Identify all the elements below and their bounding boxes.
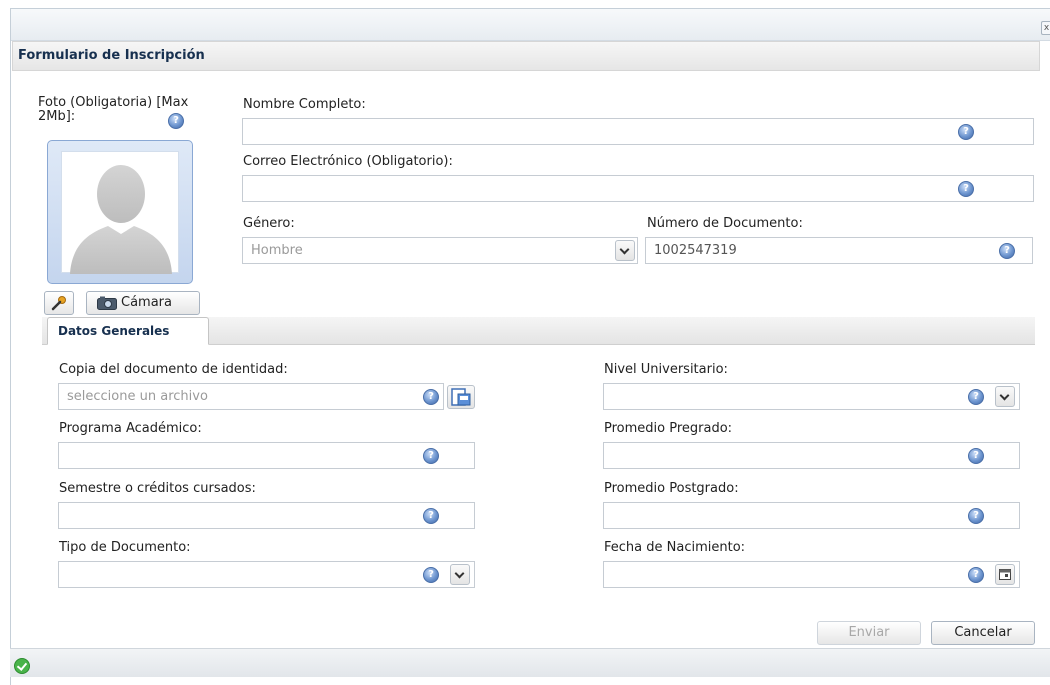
document-type-dropdown-trigger[interactable]: [450, 564, 470, 585]
id-copy-label: Copia del documento de identidad:: [59, 362, 288, 377]
gender-select[interactable]: Hombre: [242, 237, 638, 264]
check-circle-icon: [14, 658, 30, 674]
email-help-icon[interactable]: [958, 181, 974, 197]
university-level-label: Nivel Universitario:: [604, 362, 728, 377]
chevron-down-icon: [454, 568, 465, 579]
undergrad-average-label: Promedio Pregrado:: [604, 421, 733, 436]
postgrad-average-help-icon[interactable]: [968, 508, 984, 524]
tab-bar: Datos Generales: [42, 317, 1035, 345]
photo-help-icon[interactable]: [168, 113, 184, 129]
document-number-field[interactable]: 1002547319: [645, 237, 1033, 264]
full-name-help-icon[interactable]: [958, 124, 974, 140]
camera-button[interactable]: Cámara: [86, 291, 200, 315]
cancel-button-label: Cancelar: [954, 625, 1012, 640]
semester-help-icon[interactable]: [423, 508, 439, 524]
key-button[interactable]: [44, 291, 74, 315]
tab-datos-generales[interactable]: Datos Generales: [47, 317, 209, 345]
semester-label: Semestre o créditos cursados:: [59, 481, 256, 496]
university-level-select[interactable]: [603, 383, 1020, 410]
form-title: Formulario de Inscripción: [18, 48, 205, 63]
file-browse-icon: [451, 388, 471, 406]
university-level-dropdown-trigger[interactable]: [995, 386, 1015, 407]
close-button[interactable]: x: [1041, 21, 1050, 35]
semester-field[interactable]: [58, 502, 475, 529]
undergrad-average-help-icon[interactable]: [968, 448, 984, 464]
id-copy-placeholder: seleccione un archivo: [67, 389, 208, 404]
key-icon: [51, 296, 66, 311]
gender-value: Hombre: [251, 243, 303, 258]
full-name-field[interactable]: [242, 118, 1034, 145]
document-type-label: Tipo de Documento:: [59, 540, 191, 555]
chevron-down-icon: [619, 244, 630, 255]
university-level-help-icon[interactable]: [968, 389, 984, 405]
document-number-label: Número de Documento:: [647, 216, 803, 231]
birth-date-help-icon[interactable]: [968, 567, 984, 583]
avatar-placeholder: [61, 151, 179, 274]
academic-program-label: Programa Académico:: [59, 421, 202, 436]
submit-button-label: Enviar: [848, 625, 890, 640]
birth-date-field[interactable]: [603, 561, 1020, 588]
submit-button[interactable]: Enviar: [817, 621, 921, 645]
document-type-help-icon[interactable]: [423, 567, 439, 583]
undergrad-average-field[interactable]: [603, 442, 1020, 469]
chevron-down-icon: [999, 390, 1010, 401]
camera-icon: [97, 296, 117, 310]
full-name-label: Nombre Completo:: [243, 97, 366, 112]
cancel-button[interactable]: Cancelar: [931, 621, 1035, 645]
birth-date-label: Fecha de Nacimiento:: [604, 540, 746, 555]
calendar-icon: [999, 569, 1011, 580]
id-copy-help-icon[interactable]: [423, 389, 439, 405]
gender-dropdown-trigger[interactable]: [615, 240, 635, 261]
id-copy-field[interactable]: seleccione un archivo: [58, 383, 444, 410]
postgrad-average-label: Promedio Postgrado:: [604, 481, 739, 496]
status-bar: [10, 648, 1050, 677]
file-browse-button[interactable]: [447, 385, 475, 409]
form-header: Formulario de Inscripción: [12, 41, 1040, 71]
document-number-value: 1002547319: [654, 243, 737, 258]
postgrad-average-field[interactable]: [603, 502, 1020, 529]
academic-program-help-icon[interactable]: [423, 448, 439, 464]
photo-preview[interactable]: [47, 140, 193, 284]
camera-button-label: Cámara: [121, 295, 172, 310]
photo-label: Foto (Obligatoria) [Max 2Mb]:: [38, 95, 189, 124]
window-topbar: x: [11, 9, 1050, 41]
calendar-trigger[interactable]: [995, 564, 1015, 585]
document-type-select[interactable]: [58, 561, 475, 588]
avatar-silhouette-icon: [70, 165, 172, 274]
academic-program-field[interactable]: [58, 442, 475, 469]
tab-label: Datos Generales: [58, 324, 170, 338]
email-field[interactable]: [242, 175, 1034, 202]
email-label: Correo Electrónico (Obligatorio):: [243, 154, 453, 169]
gender-label: Género:: [243, 216, 295, 231]
document-number-help-icon[interactable]: [999, 243, 1015, 259]
